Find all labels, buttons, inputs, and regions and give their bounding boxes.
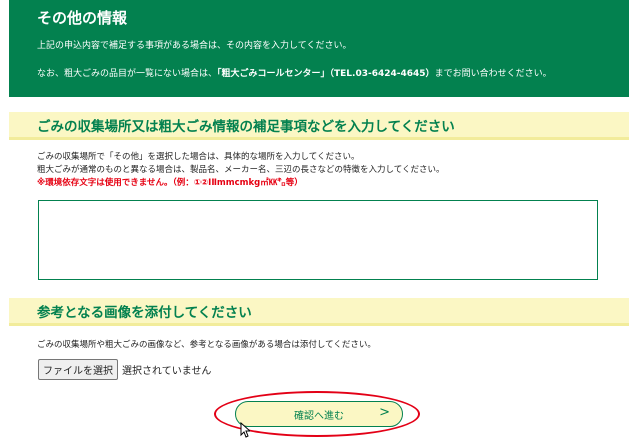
- choose-file-button[interactable]: ファイルを選択: [38, 359, 118, 380]
- call-center-info: 「粗大ごみコールセンター」（TEL.03-6424-4645）: [217, 69, 435, 79]
- supplement-help-line-2: 粗大ごみが通常のものと異なる場合は、製品名、メーカー名、三辺の長さなどの特徴を入…: [37, 165, 445, 175]
- mouse-pointer-icon: [240, 422, 250, 438]
- confirm-button-label: 確認へ進む: [294, 410, 344, 422]
- header-line-2-suffix: までお問い合わせください。: [434, 69, 552, 79]
- header-line-1: 上記の申込内容で補足する事項がある場合は、その内容を入力してください。: [37, 41, 352, 51]
- section-supplement-title: ごみの収集場所又は粗大ごみ情報の補足事項などを入力してください: [37, 118, 455, 135]
- header-line-2: なお、粗大ごみの品目が一覧にない場合は、「粗大ごみコールセンター」（TEL.03…: [37, 68, 629, 80]
- section-image-title: 参考となる画像を添付してください: [37, 304, 252, 321]
- supplement-help-line-1: ごみの収集場所で「その他」を選択した場合は、具体的な場所を入力してください。: [37, 152, 360, 162]
- image-help: ごみの収集場所や粗大ごみの画像など、参考となる画像がある場合は添付してください。: [37, 340, 376, 350]
- file-status-text: 選択されていません: [122, 366, 212, 377]
- header-title: その他の情報: [37, 9, 128, 27]
- header-line-2-prefix: なお、粗大ごみの品目が一覧にない場合は、: [37, 69, 218, 79]
- section-supplement-heading: ごみの収集場所又は粗大ごみ情報の補足事項などを入力してください: [9, 112, 629, 140]
- environment-char-warning: ※環境依存文字は使用できません。（例：①②ⅠⅡmmcmkg㎡㏍㌔等）: [37, 178, 303, 188]
- supplement-textarea[interactable]: [38, 200, 598, 280]
- file-upload-row: ファイルを選択 選択されていません: [38, 359, 211, 380]
- other-info-header: その他の情報 上記の申込内容で補足する事項がある場合は、その内容を入力してくださ…: [9, 0, 629, 97]
- supplement-help: ごみの収集場所で「その他」を選択した場合は、具体的な場所を入力してください。 粗…: [37, 151, 445, 190]
- section-image-heading: 参考となる画像を添付してください: [9, 298, 629, 326]
- confirm-button[interactable]: 確認へ進む >: [235, 401, 403, 427]
- chevron-right-icon: >: [379, 405, 390, 420]
